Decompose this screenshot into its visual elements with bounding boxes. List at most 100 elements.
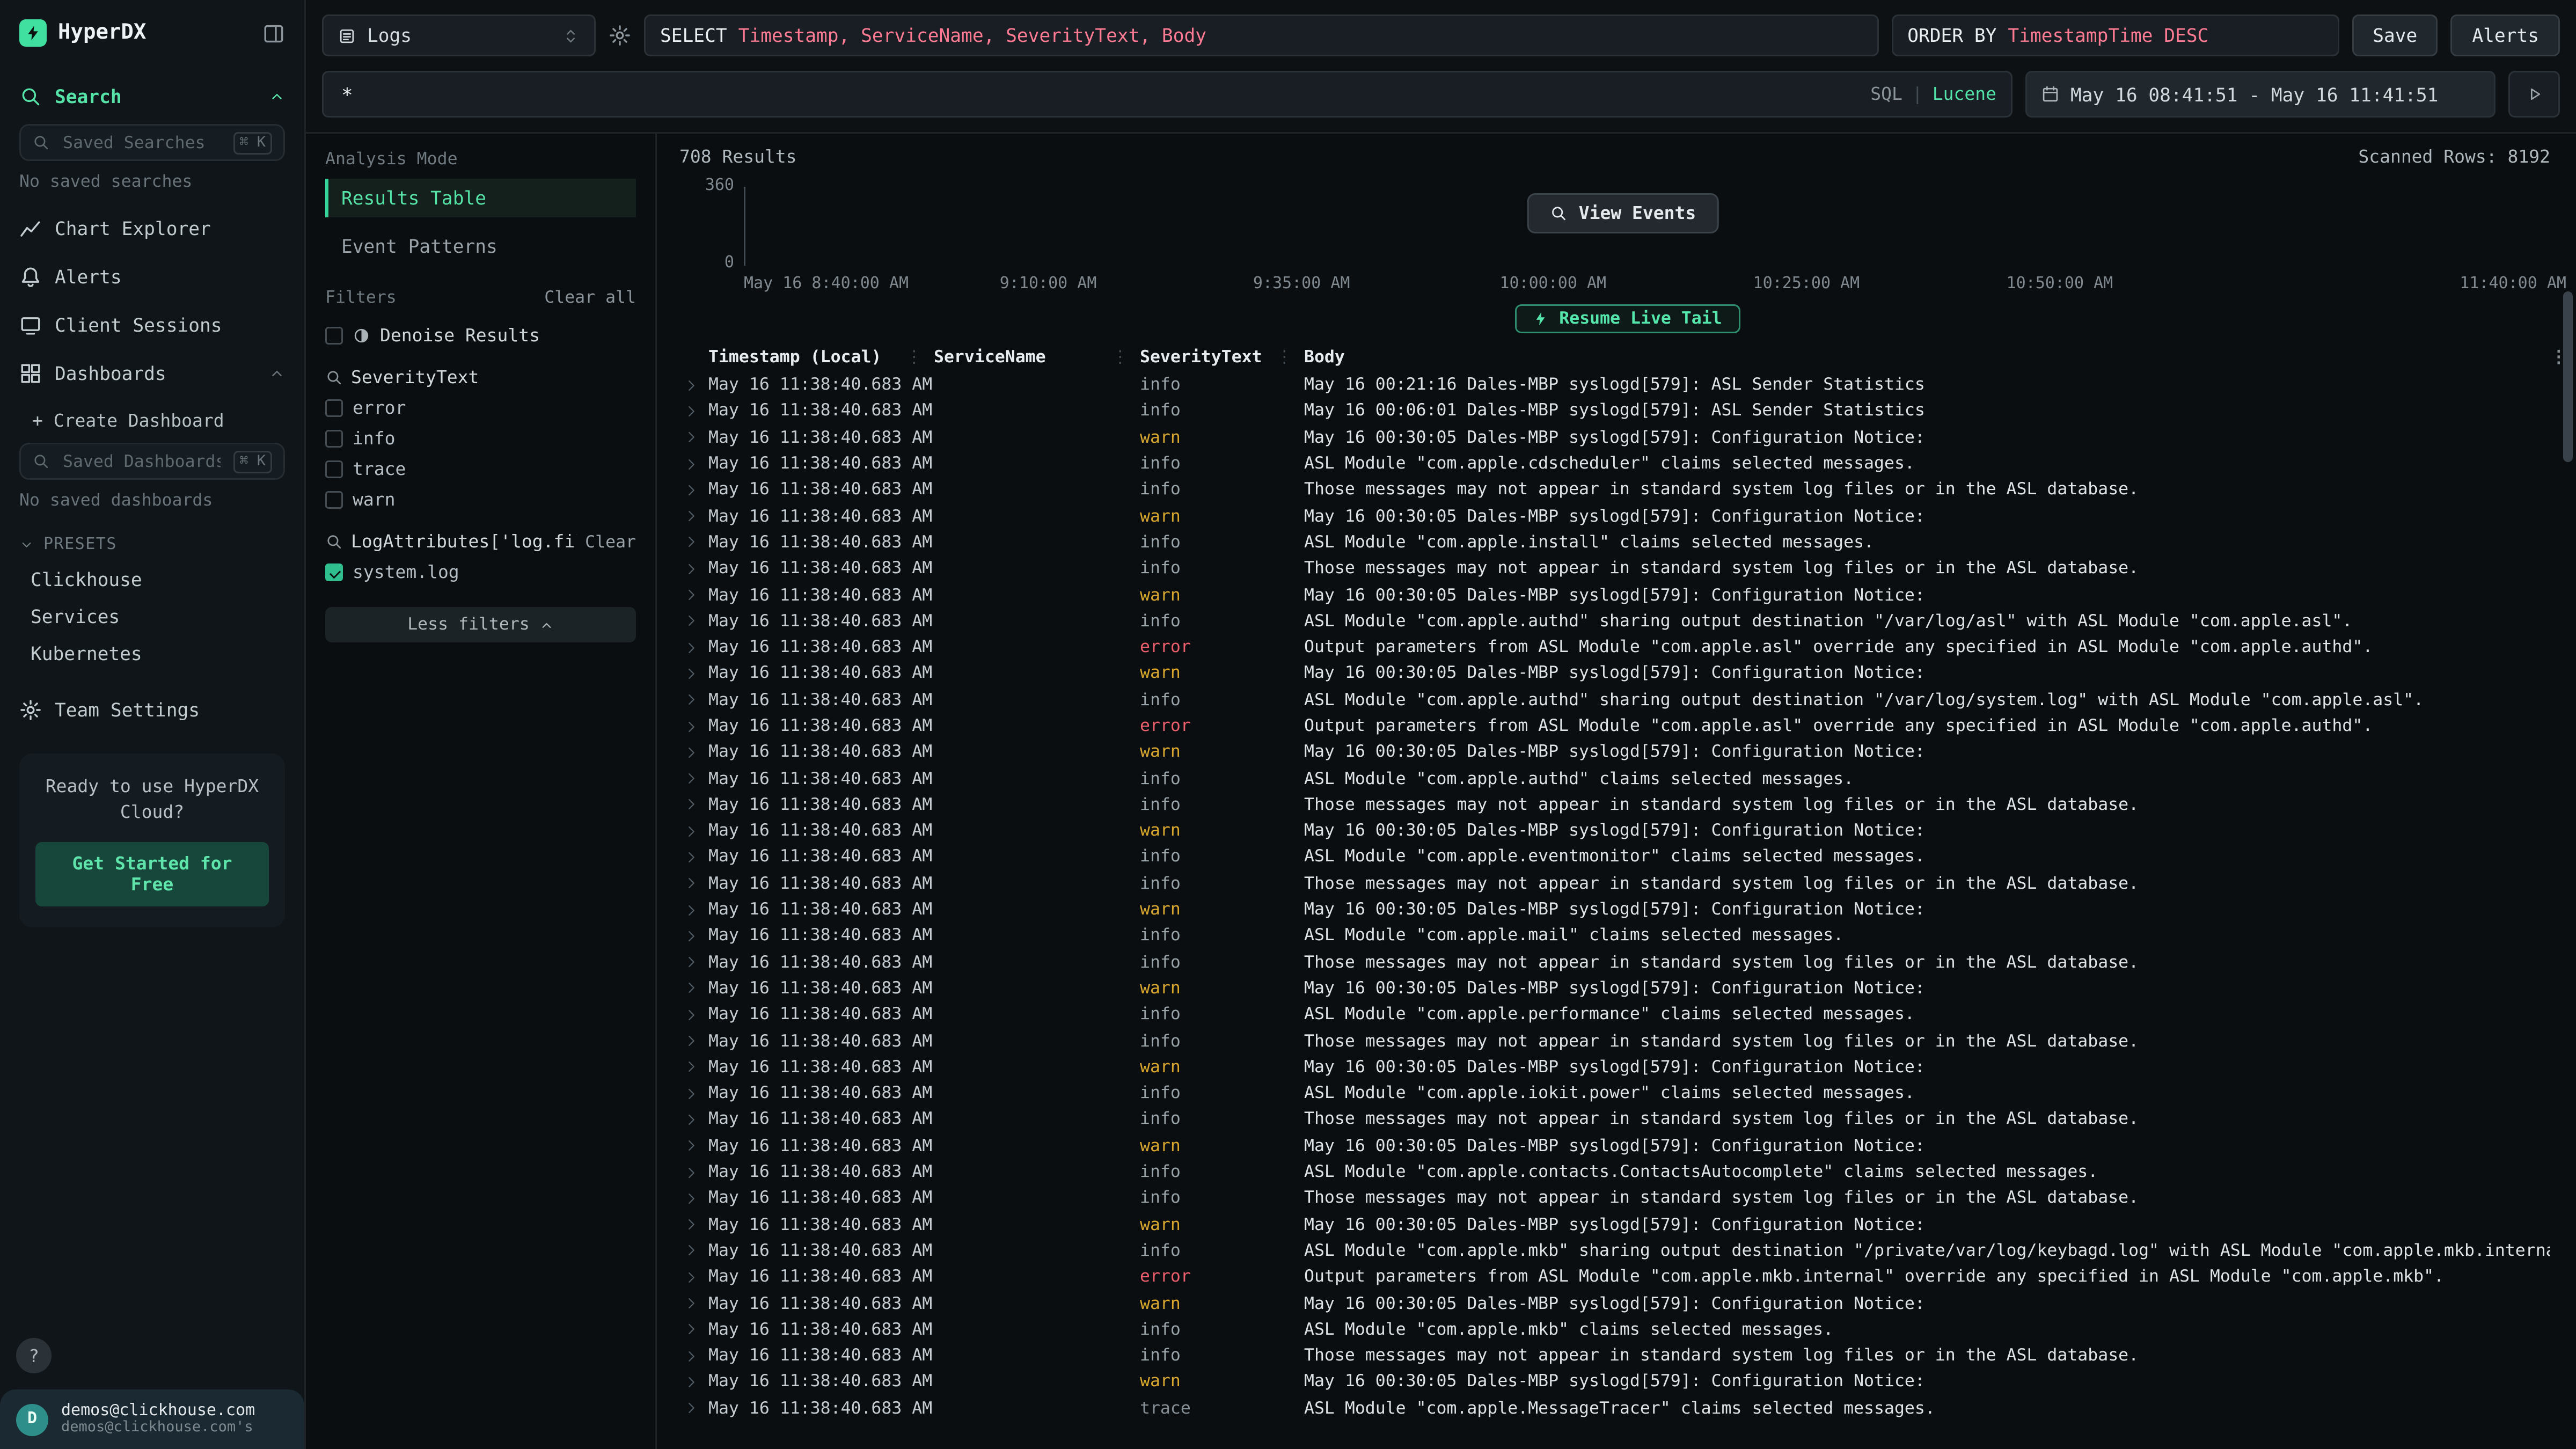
source-select[interactable]: Logs: [322, 14, 596, 56]
expand-row-icon[interactable]: [684, 1034, 699, 1048]
log-row[interactable]: May 16 11:38:40.683 AMinfoASL Module "co…: [679, 608, 2576, 634]
log-row[interactable]: May 16 11:38:40.683 AMinfoASL Module "co…: [679, 529, 2576, 555]
column-resize-grip-icon[interactable]: ⋮: [1112, 348, 1129, 367]
expand-row-icon[interactable]: [684, 430, 699, 445]
expand-row-icon[interactable]: [684, 378, 699, 392]
expand-row-icon[interactable]: [684, 561, 699, 576]
log-row[interactable]: May 16 11:38:40.683 AMwarnMay 16 00:30:0…: [679, 425, 2576, 451]
sidebar-collapse-icon[interactable]: [262, 22, 285, 45]
log-row[interactable]: May 16 11:38:40.683 AMinfoThose messages…: [679, 1343, 2576, 1369]
denoise-results-toggle[interactable]: Denoise Results: [325, 320, 636, 351]
alerts-button[interactable]: Alerts: [2451, 14, 2560, 56]
log-row[interactable]: May 16 11:38:40.683 AMinfoASL Module "co…: [679, 923, 2576, 949]
expand-row-icon[interactable]: [684, 824, 699, 838]
filter-option-trace[interactable]: trace: [325, 454, 636, 485]
clear-all-button[interactable]: Clear all: [544, 288, 636, 308]
expand-row-icon[interactable]: [684, 1217, 699, 1232]
expand-row-icon[interactable]: [684, 1191, 699, 1206]
expand-row-icon[interactable]: [684, 1296, 699, 1311]
column-resize-grip-icon[interactable]: ⋮: [1276, 348, 1293, 367]
expand-row-icon[interactable]: [684, 667, 699, 681]
log-row[interactable]: May 16 11:38:40.683 AMinfoASL Module "co…: [679, 765, 2576, 792]
sidebar-item-alerts[interactable]: Alerts: [0, 253, 304, 301]
log-row[interactable]: May 16 11:38:40.683 AMinfoThose messages…: [679, 870, 2576, 897]
source-settings-button[interactable]: [609, 24, 631, 47]
expand-row-icon[interactable]: [684, 719, 699, 734]
log-row[interactable]: May 16 11:38:40.683 AMinfoASL Module "co…: [679, 1080, 2576, 1107]
filter-option-system.log[interactable]: system.log: [325, 557, 636, 588]
log-row[interactable]: May 16 11:38:40.683 AMwarnMay 16 00:30:0…: [679, 1369, 2576, 1395]
lang-lucene[interactable]: Lucene: [1933, 84, 1996, 105]
sidebar-item-chart-explorer[interactable]: Chart Explorer: [0, 204, 304, 253]
checkbox[interactable]: [325, 564, 343, 581]
scrollbar-thumb[interactable]: [2563, 291, 2573, 462]
preset-kubernetes[interactable]: Kubernetes: [0, 636, 304, 673]
column-header-timestamp[interactable]: Timestamp (Local) ⋮: [708, 348, 934, 367]
sidebar-item-client-sessions[interactable]: Client Sessions: [0, 301, 304, 349]
filter-option-info[interactable]: info: [325, 423, 636, 454]
expand-row-icon[interactable]: [684, 1349, 699, 1363]
expand-row-icon[interactable]: [684, 535, 699, 550]
log-row[interactable]: May 16 11:38:40.683 AMinfoMay 16 00:06:0…: [679, 398, 2576, 425]
expand-row-icon[interactable]: [684, 981, 699, 996]
saved-dashboards-input[interactable]: ⌘ K: [19, 443, 285, 480]
log-row[interactable]: May 16 11:38:40.683 AMinfoThose messages…: [679, 1028, 2576, 1054]
log-row[interactable]: May 16 11:38:40.683 AMwarnMay 16 00:30:0…: [679, 503, 2576, 529]
log-row[interactable]: May 16 11:38:40.683 AMwarnMay 16 00:30:0…: [679, 1133, 2576, 1159]
filter-option-error[interactable]: error: [325, 393, 636, 423]
log-row[interactable]: May 16 11:38:40.683 AMerrorOutput parame…: [679, 634, 2576, 661]
preset-clickhouse[interactable]: Clickhouse: [0, 562, 304, 599]
expand-row-icon[interactable]: [684, 745, 699, 759]
expand-row-icon[interactable]: [684, 903, 699, 917]
sidebar-item-search[interactable]: Search: [0, 72, 304, 121]
expand-row-icon[interactable]: [684, 1165, 699, 1180]
log-row[interactable]: May 16 11:38:40.683 AMwarnMay 16 00:30:0…: [679, 1290, 2576, 1316]
date-range-picker[interactable]: May 16 08:41:51 - May 16 11:41:51: [2025, 71, 2496, 118]
log-row[interactable]: May 16 11:38:40.683 AMerrorOutput parame…: [679, 713, 2576, 740]
facet-clear-button[interactable]: Clear: [585, 532, 636, 552]
sql-select-input[interactable]: SELECT Timestamp, ServiceName, SeverityT…: [644, 14, 1878, 56]
help-button[interactable]: ?: [16, 1338, 52, 1373]
expand-row-icon[interactable]: [684, 1139, 699, 1153]
log-row[interactable]: May 16 11:38:40.683 AMinfoThose messages…: [679, 949, 2576, 976]
expand-row-icon[interactable]: [684, 509, 699, 523]
expand-row-icon[interactable]: [684, 588, 699, 602]
checkbox[interactable]: [325, 327, 343, 345]
search-query-input[interactable]: SQL | Lucene: [322, 71, 2012, 118]
checkbox[interactable]: [325, 491, 343, 509]
search-query-field[interactable]: [338, 82, 1859, 107]
column-header-servicename[interactable]: ServiceName ⋮: [934, 348, 1140, 367]
expand-row-icon[interactable]: [684, 1270, 699, 1284]
sidebar-item-team-settings[interactable]: Team Settings: [0, 686, 304, 734]
expand-row-icon[interactable]: [684, 1243, 699, 1258]
mode-results-table[interactable]: Results Table: [325, 179, 636, 217]
log-row[interactable]: May 16 11:38:40.683 AMinfoASL Module "co…: [679, 1159, 2576, 1185]
run-query-button[interactable]: [2508, 71, 2560, 118]
log-row[interactable]: May 16 11:38:40.683 AMinfoThose messages…: [679, 1107, 2576, 1133]
presets-section-toggle[interactable]: PRESETS: [0, 523, 304, 562]
resume-live-tail-button[interactable]: Resume Live Tail: [1516, 304, 1739, 333]
log-row[interactable]: May 16 11:38:40.683 AMwarnMay 16 00:30:0…: [679, 818, 2576, 844]
checkbox[interactable]: [325, 460, 343, 478]
expand-row-icon[interactable]: [684, 614, 699, 628]
view-events-button[interactable]: View Events: [1527, 193, 1719, 233]
expand-row-icon[interactable]: [684, 404, 699, 419]
log-row[interactable]: May 16 11:38:40.683 AMwarnMay 16 00:30:0…: [679, 661, 2576, 687]
expand-row-icon[interactable]: [684, 797, 699, 812]
log-row[interactable]: May 16 11:38:40.683 AMwarnMay 16 00:30:0…: [679, 582, 2576, 608]
expand-row-icon[interactable]: [684, 850, 699, 865]
user-menu[interactable]: D demos@clickhouse.com demos@clickhouse.…: [0, 1389, 304, 1449]
lang-sql[interactable]: SQL: [1870, 84, 1902, 105]
expand-row-icon[interactable]: [684, 1375, 699, 1389]
log-row[interactable]: May 16 11:38:40.683 AMinfoThose messages…: [679, 792, 2576, 818]
column-header-severitytext[interactable]: SeverityText ⋮: [1140, 348, 1304, 367]
expand-row-icon[interactable]: [684, 1086, 699, 1101]
order-by-input[interactable]: ORDER BY TimestampTime DESC: [1891, 14, 2339, 56]
expand-row-icon[interactable]: [684, 1060, 699, 1074]
expand-row-icon[interactable]: [684, 955, 699, 970]
log-row[interactable]: May 16 11:38:40.683 AMinfoASL Module "co…: [679, 451, 2576, 477]
checkbox[interactable]: [325, 430, 343, 448]
less-filters-button[interactable]: Less filters: [325, 607, 636, 642]
save-button[interactable]: Save: [2352, 14, 2438, 56]
saved-searches-field[interactable]: [60, 131, 223, 154]
